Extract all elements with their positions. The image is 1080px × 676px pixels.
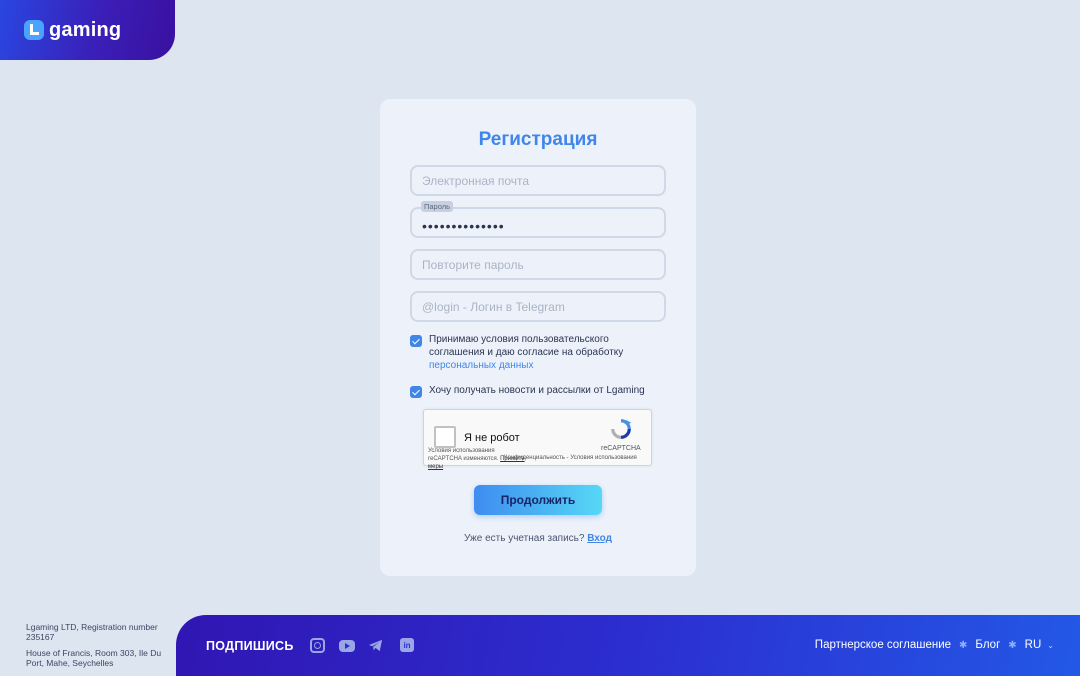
language-selector[interactable]: RU ⌄ — [1025, 639, 1054, 651]
terms-consent-row: Принимаю условия пользовательского согла… — [410, 333, 659, 372]
have-account-text: Уже есть учетная запись? — [464, 533, 585, 544]
language-value: RU — [1024, 639, 1042, 651]
login-link[interactable]: Вход — [587, 533, 612, 544]
recaptcha-fine-print: Условия использования reCAPTCHA изменяют… — [428, 448, 499, 462]
footer-links: Партнерское соглашение ✱ Блог ✱ RU ⌄ — [815, 639, 1054, 651]
logo-mark-icon — [24, 20, 44, 40]
chevron-down-icon: ⌄ — [1047, 641, 1054, 650]
partner-agreement-link[interactable]: Партнерское соглашение — [815, 639, 951, 651]
company-address: House of Francis, Room 303, Ile Du Port,… — [26, 648, 162, 668]
recaptcha-widget: Я не робот reCAPTCHA Условия использован… — [423, 409, 652, 470]
subscribe-label: ПОДПИШИСЬ — [206, 639, 294, 653]
separator-icon: ✱ — [959, 639, 968, 651]
continue-button[interactable]: Продолжить — [474, 485, 602, 515]
telegram-login-field[interactable] — [410, 291, 666, 322]
recaptcha-checkbox[interactable] — [434, 426, 456, 448]
separator-icon: ✱ — [1008, 639, 1017, 651]
instagram-icon[interactable] — [310, 638, 325, 653]
footer-bar: ПОДПИШИСЬ in Партнерское соглашение ✱ Бл… — [176, 615, 1080, 676]
personal-data-link[interactable]: персональных данных — [429, 359, 659, 372]
repeat-password-field[interactable] — [410, 249, 666, 280]
password-field-label: Пароль — [421, 201, 454, 212]
telegram-icon[interactable] — [368, 638, 383, 653]
login-prompt: Уже есть учетная запись? Вход — [380, 533, 696, 544]
terms-text: Принимаю условия пользовательского согла… — [429, 334, 624, 358]
terms-checkbox[interactable] — [410, 335, 422, 347]
registration-card: Регистрация Пароль Принимаю условия поль… — [380, 99, 696, 576]
page-title: Регистрация — [478, 129, 598, 150]
logo-text: gaming — [49, 18, 122, 41]
recaptcha-logo-icon — [611, 419, 632, 439]
logo[interactable]: gaming — [0, 0, 175, 60]
blog-link[interactable]: Блог — [975, 639, 1000, 651]
newsletter-consent-row: Хочу получать новости и рассылки от Lgam… — [410, 384, 659, 398]
newsletter-text: Хочу получать новости и рассылки от Lgam… — [429, 385, 645, 396]
company-registration: Lgaming LTD, Registration number 235167 — [26, 622, 158, 642]
recaptcha-brand: reCAPTCHA — [601, 445, 641, 452]
linkedin-icon[interactable]: in — [400, 638, 414, 652]
newsletter-checkbox[interactable] — [410, 386, 422, 398]
recaptcha-privacy-links[interactable]: Конфиденциальность - Условия использован… — [504, 455, 637, 461]
company-info: Lgaming LTD, Registration number 235167 … — [26, 622, 176, 668]
email-field[interactable] — [410, 165, 666, 196]
youtube-icon[interactable] — [339, 640, 355, 652]
recaptcha-label: Я не робот — [464, 432, 520, 444]
